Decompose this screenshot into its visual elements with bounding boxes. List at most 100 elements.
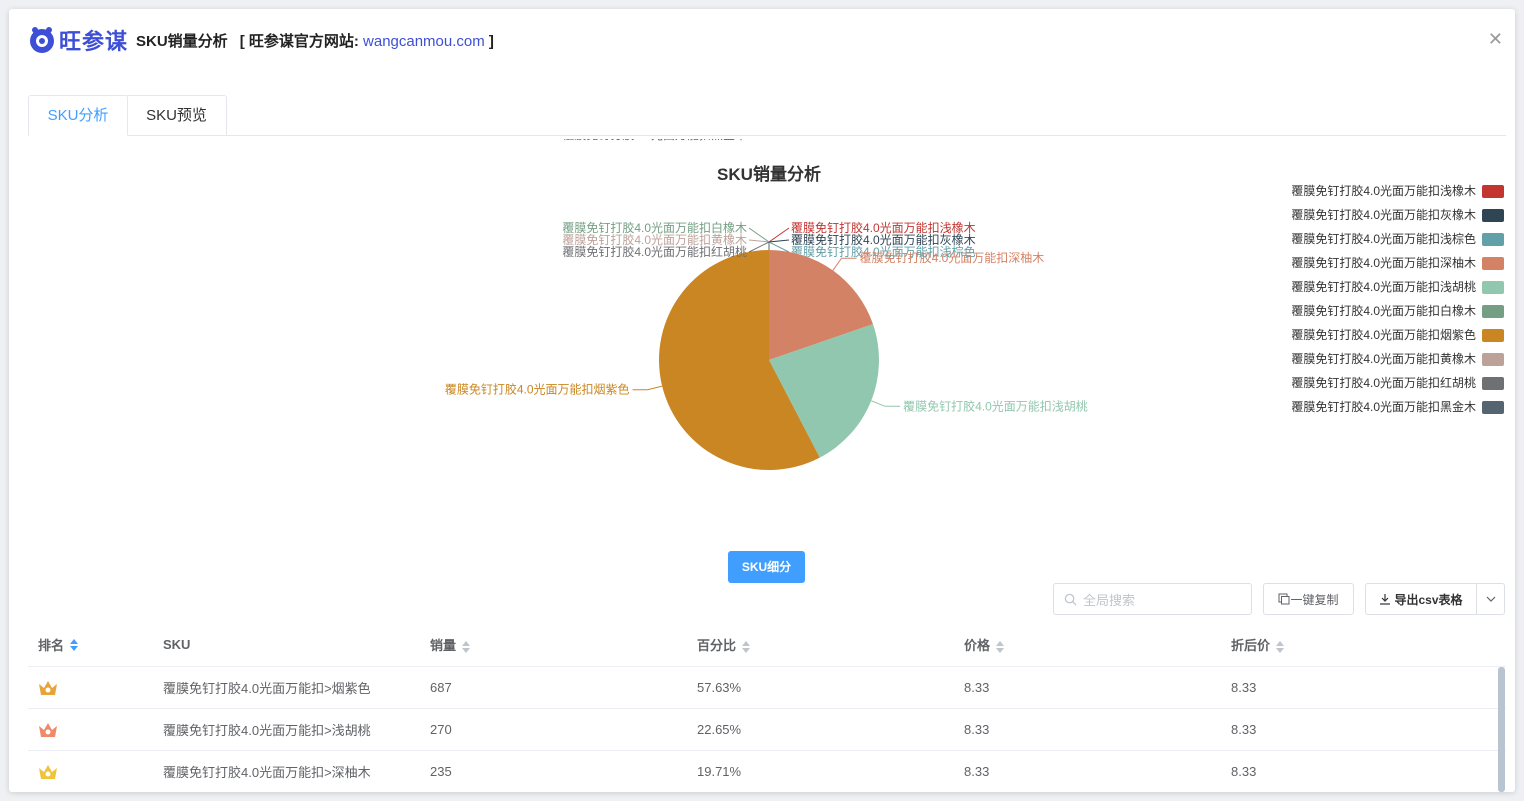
col-rank[interactable]: 排名	[28, 635, 163, 654]
sort-icon[interactable]	[462, 640, 471, 653]
legend-swatch	[1482, 305, 1504, 318]
sku-detail-button[interactable]: SKU细分	[728, 551, 805, 583]
legend-label: 覆膜免钉打胶4.0光面万能扣灰橡木	[1291, 207, 1476, 222]
sku-cell: 覆膜免钉打胶4.0光面万能扣>深柚木	[163, 765, 371, 780]
rank-cell	[28, 764, 163, 780]
copy-icon	[1278, 593, 1290, 605]
col-discount[interactable]: 折后价	[1231, 635, 1491, 654]
sku-cell: 覆膜免钉打胶4.0光面万能扣>浅胡桃	[163, 723, 371, 738]
percent-cell: 19.71%	[697, 764, 742, 779]
col-sku: SKU	[163, 637, 430, 652]
discount-cell: 8.33	[1231, 764, 1257, 779]
slice-label: 覆膜免钉打胶4.0光面万能扣深柚木	[860, 250, 1045, 265]
label-line	[768, 239, 790, 250]
table-row[interactable]: 覆膜免钉打胶4.0光面万能扣>浅胡桃 270 22.65% 8.33 8.33	[28, 709, 1506, 751]
legend-label: 覆膜免钉打胶4.0光面万能扣深柚木	[1291, 255, 1476, 270]
official-site: [ 旺参谋官方网站: wangcanmou.com ]	[240, 30, 494, 51]
legend-swatch	[1482, 353, 1504, 366]
label-line	[632, 385, 663, 391]
export-main[interactable]: 导出csv表格	[1366, 584, 1476, 614]
legend-label: 覆膜免钉打胶4.0光面万能扣浅胡桃	[1291, 279, 1476, 294]
sort-icon[interactable]	[996, 640, 1005, 653]
legend-swatch	[1482, 377, 1504, 390]
col-price[interactable]: 价格	[964, 635, 1231, 654]
table-row[interactable]: 覆膜免钉打胶4.0光面万能扣>深柚木 235 19.71% 8.33 8.33	[28, 751, 1506, 792]
col-sales[interactable]: 销量	[430, 635, 697, 654]
export-csv-button[interactable]: 导出csv表格	[1365, 583, 1505, 615]
tab-sku-analysis[interactable]: SKU分析	[28, 95, 128, 136]
download-icon	[1380, 594, 1391, 605]
rank-cell	[28, 680, 163, 696]
rank-cell	[28, 722, 163, 738]
site-prefix: [ 旺参谋官方网站:	[239, 32, 364, 50]
sales-cell: 687	[430, 680, 452, 695]
sort-icon[interactable]	[70, 638, 79, 651]
chart-title: SKU销量分析	[717, 164, 821, 184]
site-suffix: ]	[484, 32, 494, 50]
legend-label: 覆膜免钉打胶4.0光面万能扣红胡桃	[1291, 375, 1476, 390]
legend-label: 覆膜免钉打胶4.0光面万能扣黄橡木	[1291, 351, 1476, 366]
legend-label: 覆膜免钉打胶4.0光面万能扣浅橡木	[1291, 183, 1476, 198]
sort-icon[interactable]	[742, 640, 751, 653]
legend-label: 覆膜免钉打胶4.0光面万能扣白橡木	[1291, 303, 1476, 318]
legend-swatch	[1482, 281, 1504, 294]
logo-text: 旺参谋	[59, 29, 129, 54]
label-line	[870, 400, 901, 407]
chevron-down-icon[interactable]	[1476, 584, 1504, 614]
close-icon[interactable]: ✕	[1488, 29, 1503, 50]
price-cell: 8.33	[964, 680, 990, 695]
col-percent-label: 百分比	[697, 638, 737, 653]
legend-swatch	[1482, 329, 1504, 342]
sku-table: 排名 SKU 销量 百分比 价格 折后价 覆膜免钉打胶4.0光面万能扣>烟紫色 …	[28, 623, 1506, 792]
col-sales-label: 销量	[430, 638, 457, 653]
tab-sku-preview[interactable]: SKU预览	[127, 95, 227, 136]
sku-cell: 覆膜免钉打胶4.0光面万能扣>烟紫色	[163, 681, 371, 696]
discount-cell: 8.33	[1231, 722, 1257, 737]
legend-swatch	[1482, 257, 1504, 270]
logo: 旺参谋	[27, 24, 128, 56]
search-placeholder: 全局搜索	[1083, 592, 1136, 608]
copy-label: 一键复制	[1290, 592, 1339, 607]
legend-swatch	[1482, 209, 1504, 222]
pie-chart: SKU销量分析覆膜免钉打胶4.0光面万能扣浅橡木覆膜免钉打胶4.0光面万能扣灰橡…	[445, 127, 1504, 470]
legend-swatch	[1482, 233, 1504, 246]
crown-yellow-icon	[39, 764, 57, 779]
col-discount-label: 折后价	[1231, 638, 1271, 653]
col-price-label: 价格	[964, 638, 991, 653]
label-line	[832, 257, 857, 271]
legend-label: 覆膜免钉打胶4.0光面万能扣浅棕色	[1291, 231, 1476, 246]
legend-swatch	[1482, 185, 1504, 198]
crown-salmon-icon	[39, 722, 57, 737]
price-cell: 8.33	[964, 722, 990, 737]
slice-label: 覆膜免钉打胶4.0光面万能扣红胡桃	[562, 244, 747, 259]
search-icon	[1064, 593, 1077, 606]
table-header: 排名 SKU 销量 百分比 价格 折后价	[28, 623, 1506, 667]
sales-cell: 235	[430, 764, 452, 779]
dialog-title: SKU销量分析	[136, 32, 228, 50]
label-line	[748, 239, 770, 250]
slice-label: 覆膜免钉打胶4.0光面万能扣烟紫色	[445, 382, 630, 397]
site-url-link[interactable]: wangcanmou.com	[363, 33, 485, 50]
sort-icon[interactable]	[1276, 640, 1285, 653]
slice-label: 覆膜免钉打胶4.0光面万能扣浅胡桃	[903, 398, 1088, 413]
price-cell: 8.33	[964, 764, 990, 779]
col-percent[interactable]: 百分比	[697, 635, 964, 654]
legend-label: 覆膜免钉打胶4.0光面万能扣烟紫色	[1291, 327, 1476, 342]
legend-swatch	[1482, 401, 1504, 414]
sales-cell: 270	[430, 722, 452, 737]
crown-gold-icon	[39, 680, 57, 695]
percent-cell: 22.65%	[697, 722, 742, 737]
logo-icon	[30, 27, 54, 53]
discount-cell: 8.33	[1231, 680, 1257, 695]
table-toolbar: 全局搜索 一键复制 导出csv表格	[1053, 583, 1505, 615]
sku-analysis-dialog: 旺参谋 SKU销量分析 [ 旺参谋官方网站: wangcanmou.com ] …	[9, 9, 1515, 792]
search-input[interactable]: 全局搜索	[1053, 583, 1252, 615]
col-sku-label: SKU	[163, 637, 191, 652]
table-scrollbar[interactable]	[1498, 667, 1505, 792]
copy-all-button[interactable]: 一键复制	[1263, 583, 1354, 615]
slice-label: 覆膜免钉打胶4.0光面万能扣黑金木	[562, 139, 747, 142]
col-rank-label: 排名	[38, 638, 65, 653]
tab-bar: SKU分析 SKU预览	[28, 95, 1506, 136]
legend-label: 覆膜免钉打胶4.0光面万能扣黑金木	[1291, 399, 1476, 414]
table-row[interactable]: 覆膜免钉打胶4.0光面万能扣>烟紫色 687 57.63% 8.33 8.33	[28, 667, 1506, 709]
